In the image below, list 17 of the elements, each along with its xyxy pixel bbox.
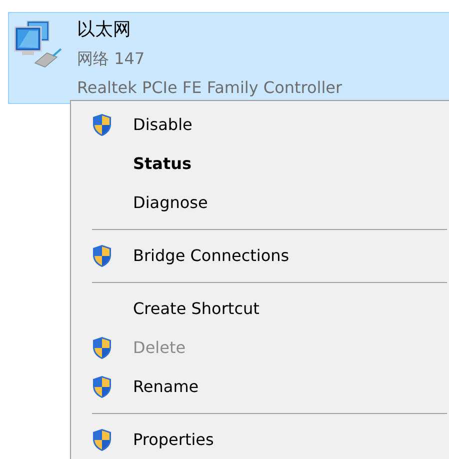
shield-icon xyxy=(92,244,112,268)
menu-item[interactable]: Disable xyxy=(71,105,449,144)
menu-item[interactable]: Create Shortcut xyxy=(71,289,449,328)
device-name: Realtek PCIe FE Family Controller xyxy=(77,77,342,99)
menu-item[interactable]: Status xyxy=(71,144,449,183)
menu-item[interactable]: Diagnose xyxy=(71,183,449,222)
adapter-tile[interactable]: 以太网 网络 147 Realtek PCIe FE Family Controller xyxy=(8,12,449,104)
adapter-name: 以太网 xyxy=(77,18,132,42)
network-computer-icon xyxy=(13,19,63,69)
shield-icon xyxy=(92,428,112,452)
shield-icon xyxy=(92,375,112,399)
network-name: 网络 147 xyxy=(77,48,146,70)
menu-item[interactable]: Bridge Connections xyxy=(71,236,449,275)
menu-item[interactable]: Rename xyxy=(71,367,449,406)
shield-icon xyxy=(92,113,112,137)
shield-icon xyxy=(92,336,112,360)
menu-item[interactable]: Properties xyxy=(71,420,449,459)
